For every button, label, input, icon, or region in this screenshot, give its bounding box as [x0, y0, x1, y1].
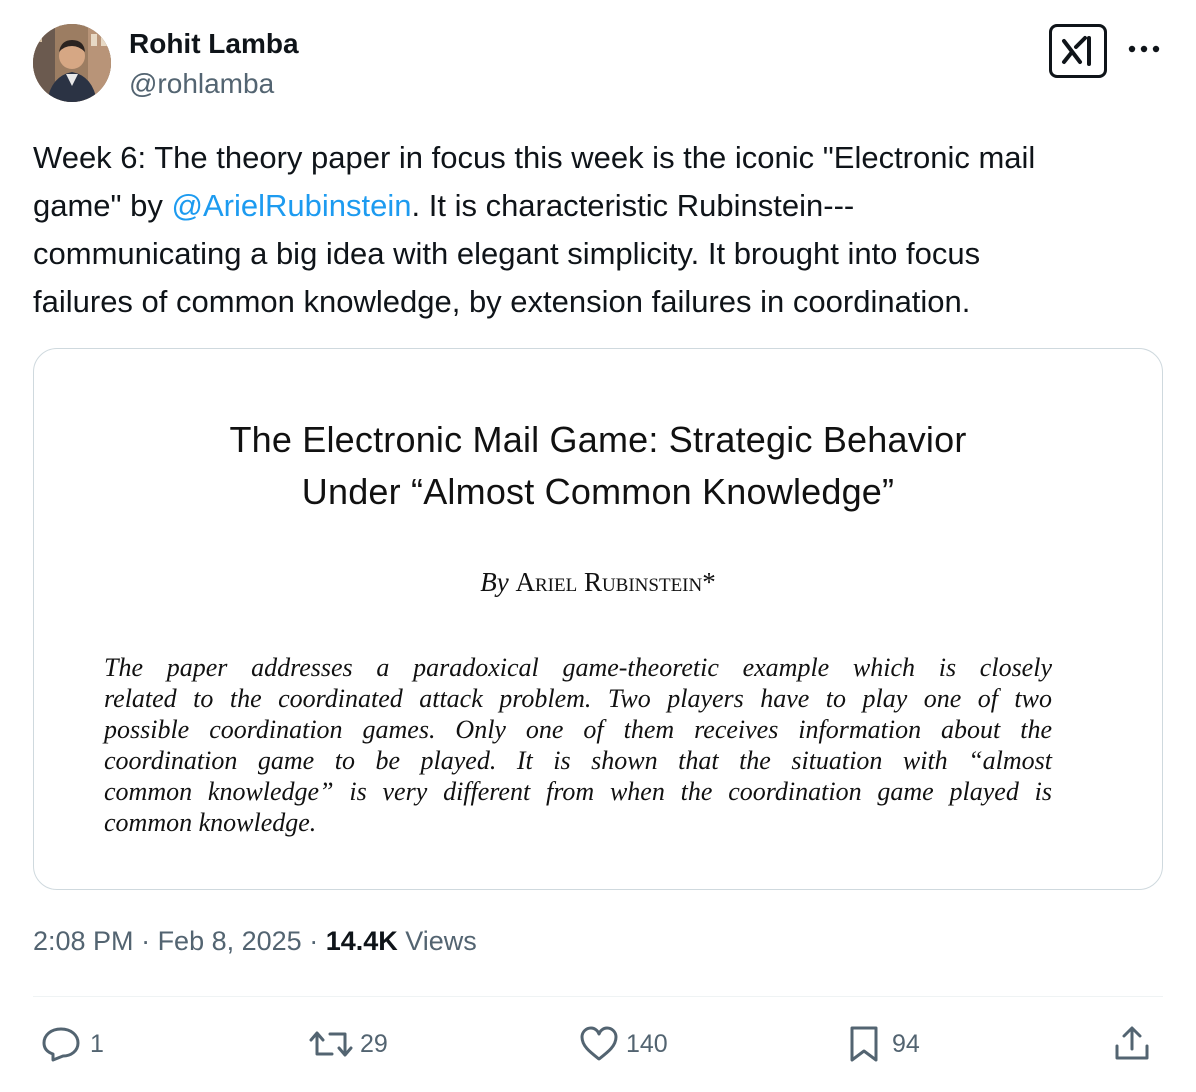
- timestamp-date[interactable]: Feb 8, 2025: [158, 926, 302, 956]
- tweet-text-segment: communicating a big idea with elegant si…: [33, 236, 981, 271]
- bookmark-count: 94: [892, 1029, 920, 1058]
- more-options-icon: [1128, 45, 1160, 53]
- divider: [33, 996, 1163, 997]
- avatar[interactable]: [33, 24, 111, 102]
- avatar-photo: [33, 24, 111, 102]
- abstract-line: common knowledge” is very different from…: [104, 777, 1052, 806]
- repost-button[interactable]: 29: [308, 1024, 388, 1064]
- tweet-line: Week 6: The theory paper in focus this w…: [33, 134, 1173, 182]
- tweet-meta: 2:08 PM · Feb 8, 2025 · 14.4K Views: [33, 926, 477, 957]
- paper-title-line: The Electronic Mail Game: Strategic Beha…: [229, 419, 967, 460]
- grok-icon: [1062, 36, 1091, 66]
- bookmark-button[interactable]: 94: [846, 1024, 920, 1064]
- like-button[interactable]: 140: [578, 1024, 668, 1064]
- reply-count: 1: [90, 1029, 104, 1058]
- tweet-text-segment: Week 6: The theory paper in focus this w…: [33, 140, 1036, 175]
- tweet-line: communicating a big idea with elegant si…: [33, 230, 1173, 278]
- reply-button[interactable]: 1: [40, 1024, 104, 1064]
- more-options-button[interactable]: [1126, 34, 1162, 64]
- abstract-line: The paper addresses a paradoxical game-t…: [104, 653, 1052, 682]
- meta-separator: ·: [301, 926, 326, 956]
- views-count: 14.4K: [325, 926, 398, 956]
- tweet-text-segment: failures of common knowledge, by extensi…: [33, 284, 971, 319]
- share-button[interactable]: [1112, 1024, 1152, 1064]
- heart-icon: [580, 1026, 618, 1061]
- abstract-line: common knowledge.: [104, 808, 317, 837]
- tweet-line: game" by @ArielRubinstein. It is charact…: [33, 182, 1173, 230]
- views-label: Views: [397, 926, 477, 956]
- mention-link[interactable]: @ArielRubinstein: [172, 188, 412, 223]
- share-icon: [1115, 1026, 1149, 1060]
- tweet-line: failures of common knowledge, by extensi…: [33, 278, 1173, 326]
- tweet-text: Week 6: The theory paper in focus this w…: [33, 134, 1173, 326]
- abstract-line: possible coordination games. Only one of…: [104, 715, 1052, 744]
- abstract-line: related to the coordinated attack proble…: [104, 684, 1052, 713]
- meta-separator: ·: [133, 926, 158, 956]
- abstract-line: coordination game to be played. It is sh…: [104, 746, 1052, 775]
- paper-author: By Ariel Rubinstein*: [34, 567, 1162, 598]
- paper-author-name: Ariel Rubinstein*: [515, 567, 716, 597]
- repost-icon: [309, 1031, 353, 1057]
- paper-author-by: By: [480, 567, 509, 597]
- reply-icon: [42, 1027, 80, 1062]
- bookmark-icon: [850, 1026, 878, 1062]
- media-image[interactable]: The Electronic Mail Game: Strategic Beha…: [33, 348, 1163, 890]
- repost-count: 29: [360, 1029, 388, 1058]
- author-name[interactable]: Rohit Lamba: [129, 28, 299, 60]
- like-count: 140: [626, 1029, 668, 1058]
- tweet-text-segment: game" by: [33, 188, 172, 223]
- grok-button[interactable]: [1049, 24, 1107, 78]
- author-handle[interactable]: @rohlamba: [129, 68, 274, 100]
- paper-title-line: Under “Almost Common Knowledge”: [301, 471, 895, 512]
- tweet-text-segment: . It is characteristic Rubinstein---: [411, 188, 855, 223]
- timestamp-time[interactable]: 2:08 PM: [33, 926, 134, 956]
